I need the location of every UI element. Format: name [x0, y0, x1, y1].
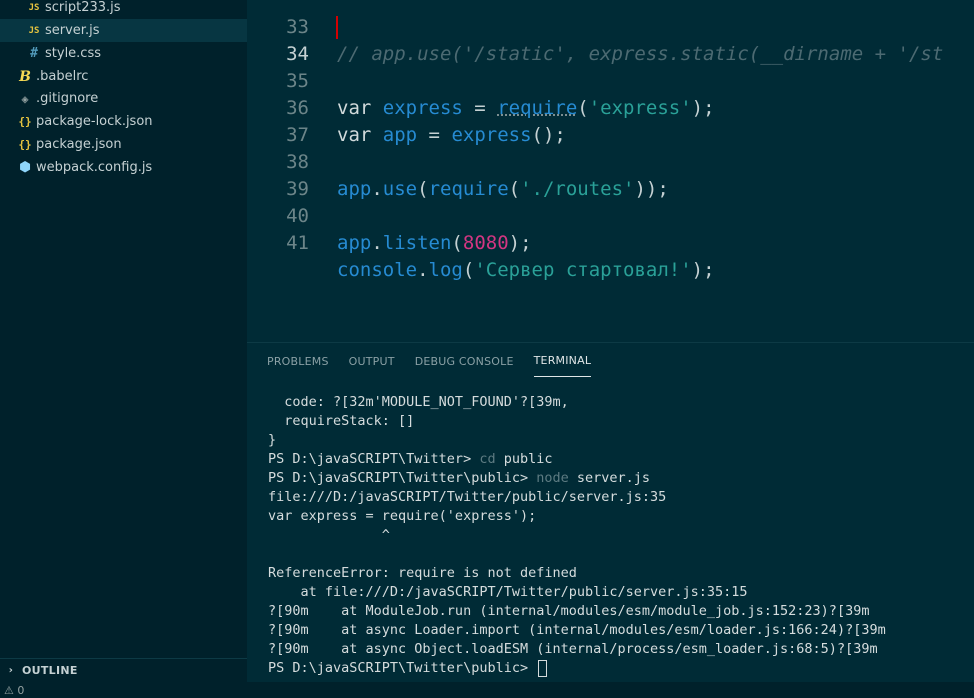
terminal-cursor: [538, 659, 548, 677]
file-item-style-css[interactable]: # style.css: [0, 42, 247, 65]
tab-terminal[interactable]: TERMINAL: [533, 344, 592, 377]
text-cursor: [336, 16, 338, 39]
identifier: app: [337, 232, 372, 254]
warnings-count[interactable]: ⚠ 0: [4, 684, 24, 697]
code-line-33: 33 // app.use('/static', express.static(…: [247, 0, 974, 65]
code-line-35: 35 var express = require('express');: [247, 41, 974, 119]
file-item-gitignore[interactable]: ◈ .gitignore: [0, 87, 247, 110]
json-file-icon: {}: [18, 115, 32, 128]
number-literal: 8080: [462, 232, 509, 254]
file-item-package-lock[interactable]: {} package-lock.json: [0, 110, 247, 133]
terminal-prompt: PS D:\javaSCRIPT\Twitter\public>: [268, 470, 537, 486]
outline-section-header[interactable]: › OUTLINE: [0, 658, 247, 682]
git-file-icon: ◈: [21, 91, 29, 106]
webpack-file-icon: ⬢: [19, 160, 31, 175]
terminal-output[interactable]: code: ?[32m'MODULE_NOT_FOUND'?[39m, requ…: [268, 393, 968, 678]
explorer-sidebar: JS script233.js JS server.js # style.css…: [0, 0, 247, 698]
terminal-line: var express = require('express');: [268, 508, 537, 524]
punctuation: (: [451, 232, 463, 254]
terminal-line: ^: [268, 527, 390, 543]
file-label: server.js: [45, 23, 100, 38]
file-label: package-lock.json: [36, 114, 153, 129]
json-file-icon: {}: [18, 138, 32, 151]
code-line-40: 40 app.listen(8080);: [247, 176, 974, 254]
punctuation: );: [508, 232, 532, 254]
terminal-command-line: PS D:\javaSCRIPT\Twitter> cd public: [268, 450, 968, 469]
chevron-right-icon: ›: [8, 665, 14, 676]
function-call: log: [428, 259, 463, 281]
code-line-38: 38 app.use(require('./routes'));: [247, 122, 974, 200]
js-file-icon: JS: [28, 2, 40, 13]
terminal-line: ?[90m at async Object.loadESM (internal/…: [268, 641, 878, 657]
terminal-argument: server.js: [568, 470, 651, 486]
terminal-line: at file:///D:/javaSCRIPT/Twitter/public/…: [268, 584, 748, 600]
code-line-36: 36 var app = express();: [247, 68, 974, 146]
terminal-command-line: PS D:\javaSCRIPT\Twitter\public> node se…: [268, 469, 968, 488]
terminal-input-line[interactable]: PS D:\javaSCRIPT\Twitter\public>: [268, 659, 968, 678]
terminal-argument: public: [495, 451, 553, 467]
terminal-prompt: PS D:\javaSCRIPT\Twitter>: [268, 451, 480, 467]
function-call: listen: [382, 232, 452, 254]
bottom-panel: PROBLEMS OUTPUT DEBUG CONSOLE TERMINAL c…: [247, 342, 974, 682]
file-item-babelrc[interactable]: B .babelrc: [0, 65, 247, 88]
file-item-server[interactable]: JS server.js: [0, 19, 247, 42]
tab-output[interactable]: OUTPUT: [349, 343, 395, 379]
code-line-41: 41 console.log('Сервер стартовал!');: [247, 203, 974, 281]
babel-file-icon: B: [19, 68, 31, 85]
file-item-webpack-config[interactable]: ⬢ webpack.config.js: [0, 156, 247, 179]
file-label: .gitignore: [36, 91, 99, 106]
file-label: .babelrc: [36, 69, 89, 84]
terminal-line: ?[90m at async Loader.import (internal/m…: [268, 622, 886, 638]
file-item-package-json[interactable]: {} package.json: [0, 133, 247, 156]
identifier: console: [337, 259, 418, 281]
punctuation: .: [371, 232, 383, 254]
code-editor[interactable]: 33 // app.use('/static', express.static(…: [247, 0, 974, 342]
status-bar: ⚠ 0: [0, 682, 974, 698]
outline-label: OUTLINE: [22, 664, 78, 677]
file-label: package.json: [36, 137, 122, 152]
code-line-37: 37: [247, 95, 974, 146]
terminal-command: cd: [479, 451, 496, 467]
tab-debug-console[interactable]: DEBUG CONSOLE: [415, 343, 514, 379]
terminal-command: node: [536, 470, 569, 486]
terminal-prompt: PS D:\javaSCRIPT\Twitter\public>: [268, 660, 537, 676]
css-file-icon: #: [30, 46, 38, 61]
terminal-line: requireStack: []: [268, 413, 415, 429]
terminal-line: ReferenceError: require is not defined: [268, 565, 577, 581]
punctuation: (: [462, 259, 475, 281]
terminal-line: file:///D:/javaSCRIPT/Twitter/public/ser…: [268, 489, 667, 505]
file-label: style.css: [45, 46, 101, 61]
js-file-icon: JS: [28, 25, 40, 36]
terminal-line: ?[90m at ModuleJob.run (internal/modules…: [268, 603, 870, 619]
file-label: script233.js: [45, 0, 121, 15]
line-number: 41: [286, 232, 309, 254]
file-item-script233[interactable]: JS script233.js: [0, 0, 247, 19]
panel-tabs: PROBLEMS OUTPUT DEBUG CONSOLE TERMINAL: [267, 343, 611, 379]
punctuation: );: [691, 259, 715, 281]
tab-problems[interactable]: PROBLEMS: [267, 343, 329, 379]
punctuation: .: [417, 259, 429, 281]
string-literal: 'Сервер стартовал!': [474, 259, 692, 281]
terminal-line: }: [268, 432, 277, 448]
code-line-34: 34: [247, 14, 974, 65]
terminal-line: code: ?[32m'MODULE_NOT_FOUND'?[39m,: [268, 394, 569, 410]
file-label: webpack.config.js: [36, 160, 153, 175]
code-line-39: 39: [247, 149, 974, 200]
